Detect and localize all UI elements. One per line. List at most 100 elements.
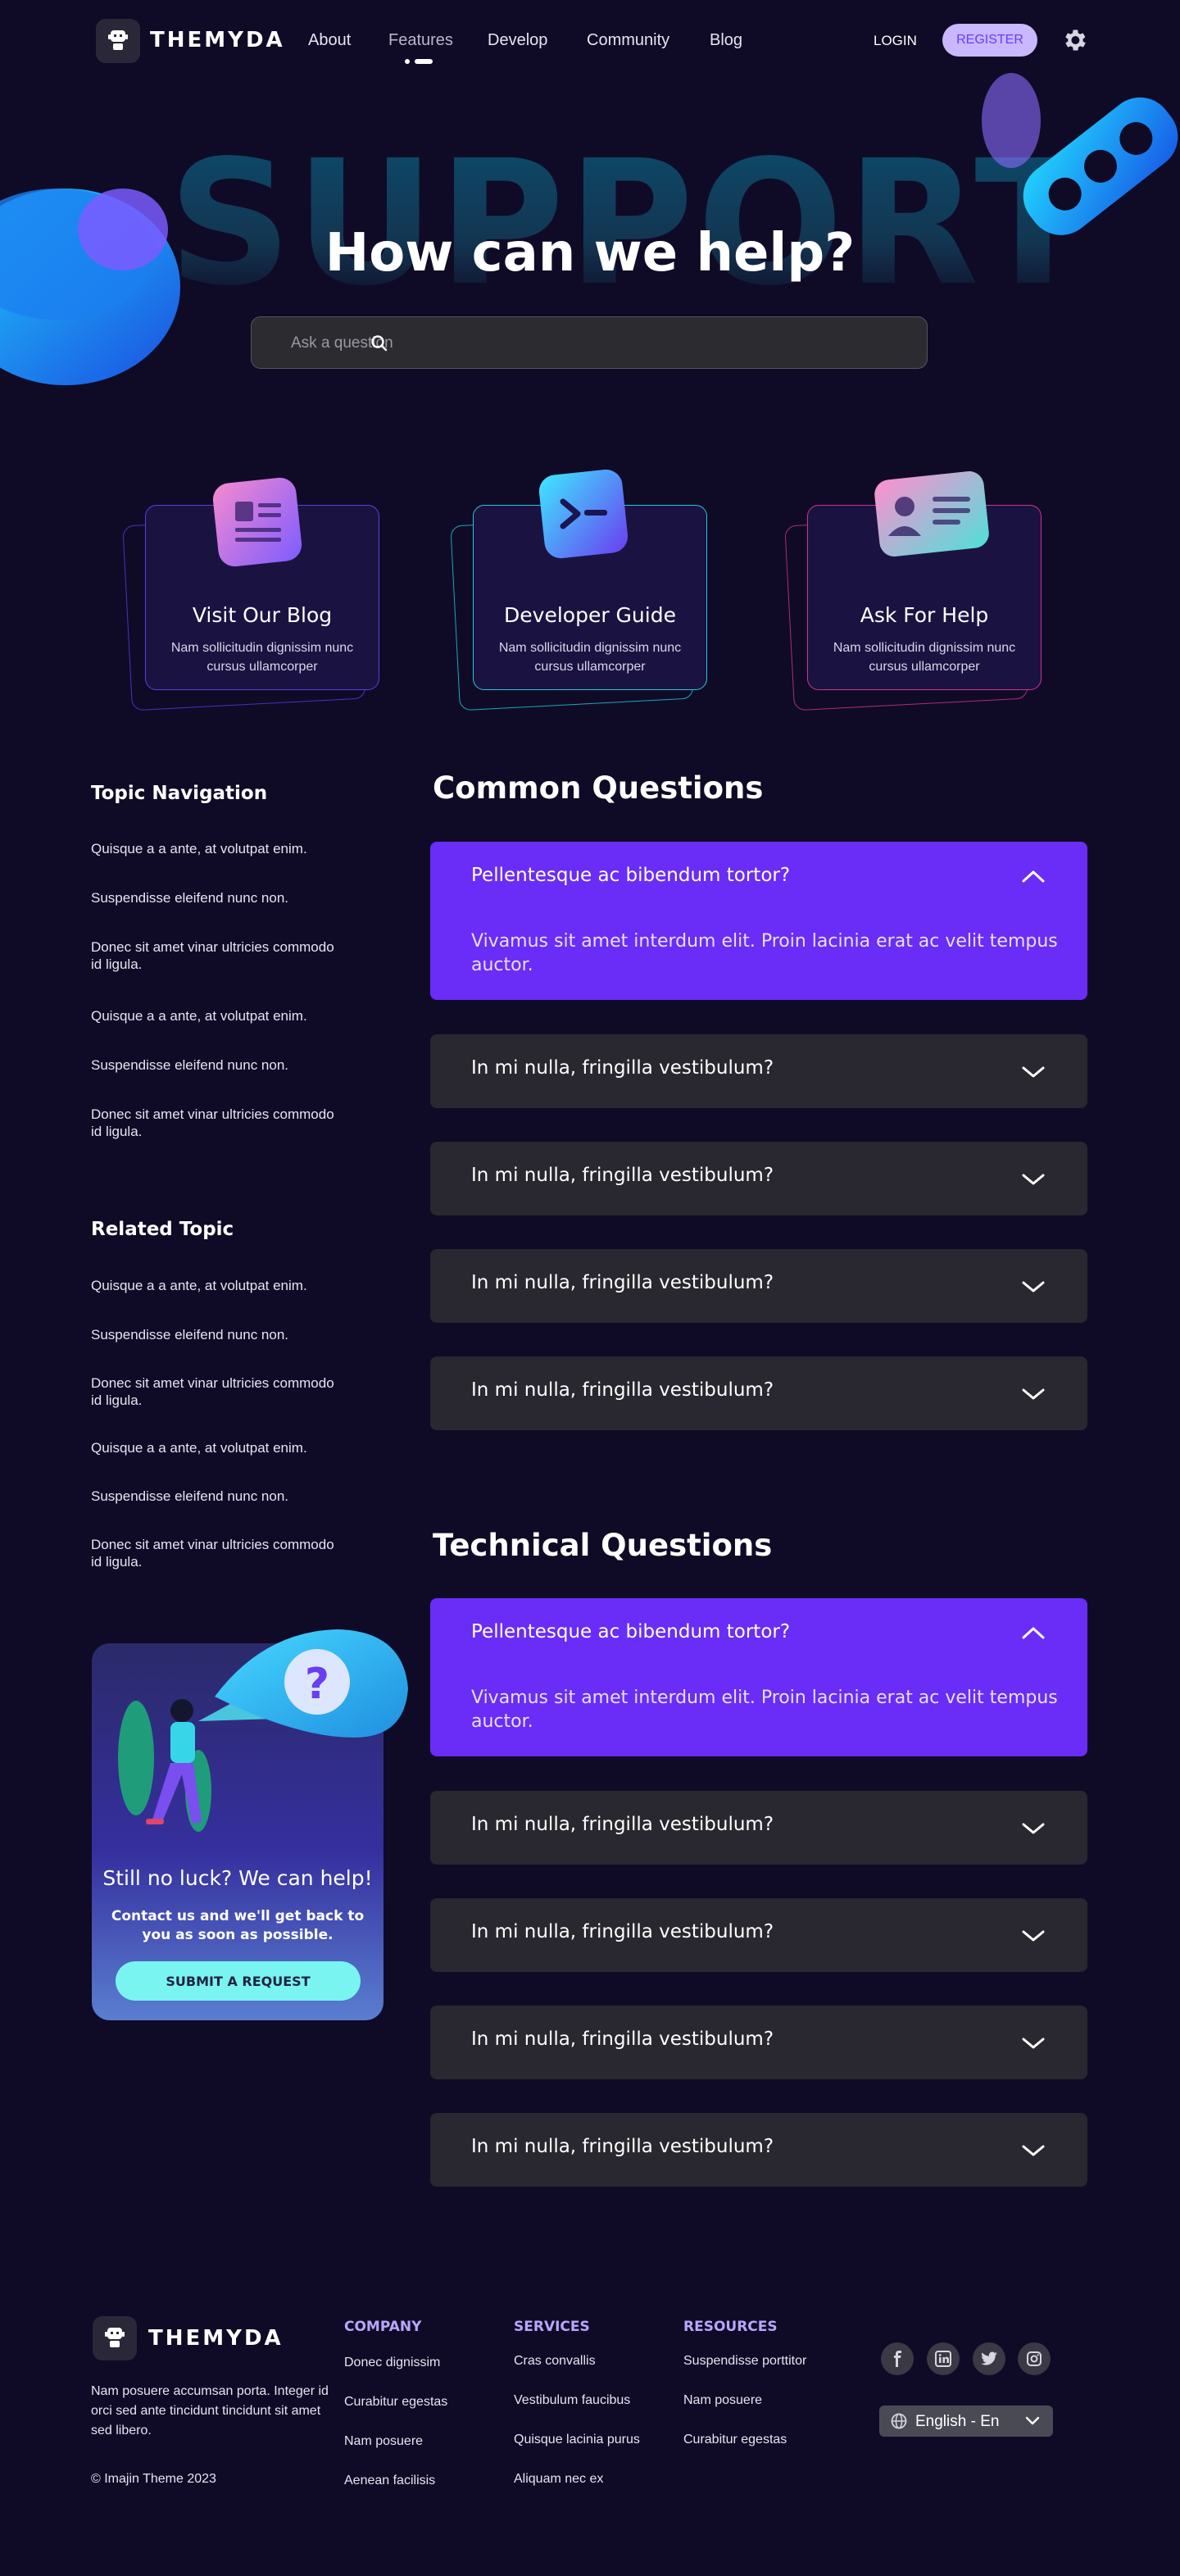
faq-item[interactable]: In mi nulla, fringilla vestibulum? xyxy=(430,1142,1087,1215)
card-title: Developer Guide xyxy=(504,603,676,627)
footer-link[interactable]: Curabitur egestas xyxy=(683,2433,787,2447)
card-description: Nam sollicitudin dignissim nunc cursus u… xyxy=(170,641,354,674)
footer-brand-name[interactable]: THEMYDA xyxy=(148,2326,284,2351)
hero-title: How can we help? xyxy=(324,223,856,284)
footer-link[interactable]: Nam posuere xyxy=(344,2434,423,2449)
card-description: Nam sollicitudin dignissim nunc cursus u… xyxy=(833,641,1016,674)
topic-link[interactable]: Quisque a a ante, at volutpat enim. xyxy=(91,1007,361,1024)
related-link[interactable]: Suspendisse eleifend nunc non. xyxy=(91,1326,361,1343)
linkedin-icon[interactable] xyxy=(927,2342,960,2375)
faq-item-open[interactable]: Pellentesque ac bibendum tortor? Vivamus… xyxy=(430,842,1087,1000)
chevron-down-icon[interactable] xyxy=(1020,1279,1046,1295)
footer-link[interactable]: Suspendisse porttitor xyxy=(683,2354,806,2369)
card-title: Ask For Help xyxy=(860,603,989,627)
topic-link[interactable]: Donec sit amet vinar ultricies commodo i… xyxy=(91,1106,337,1140)
nav-link-blog[interactable]: Blog xyxy=(710,31,742,50)
footer-company-heading: COMPANY xyxy=(344,2319,422,2335)
footer-link[interactable]: Vestibulum faucibus xyxy=(514,2393,630,2408)
topic-link[interactable]: Quisque a a ante, at volutpat enim. xyxy=(91,840,361,857)
faq-answer: Vivamus sit amet interdum elit. Proin la… xyxy=(471,931,1058,975)
instagram-icon[interactable] xyxy=(1018,2342,1051,2375)
question-bubble-icon: ? xyxy=(215,1629,408,1738)
footer-link[interactable]: Curabitur egestas xyxy=(344,2395,447,2410)
active-indicator xyxy=(405,59,438,64)
faq-item[interactable]: In mi nulla, fringilla vestibulum? xyxy=(430,2113,1087,2187)
topic-link[interactable]: Suspendisse eleifend nunc non. xyxy=(91,1056,361,1074)
id-card-icon xyxy=(874,471,989,557)
search-box[interactable] xyxy=(251,316,928,369)
faq-item-open[interactable]: Pellentesque ac bibendum tortor? Vivamus… xyxy=(430,1598,1087,1756)
globe-icon xyxy=(891,2413,907,2429)
register-button[interactable]: REGISTER xyxy=(942,24,1037,57)
chevron-down-icon[interactable] xyxy=(1020,1064,1046,1080)
related-link[interactable]: Quisque a a ante, at volutpat enim. xyxy=(91,1439,361,1456)
nav-link-about[interactable]: About xyxy=(308,31,351,50)
login-link[interactable]: LOGIN xyxy=(874,33,917,49)
chevron-down-icon[interactable] xyxy=(1020,1386,1046,1402)
faq-question: In mi nulla, fringilla vestibulum? xyxy=(471,1921,774,1942)
faq-answer: Vivamus sit amet interdum elit. Proin la… xyxy=(471,1688,1058,1732)
search-input[interactable] xyxy=(291,332,783,355)
related-link[interactable]: Donec sit amet vinar ultricies commodo i… xyxy=(91,1536,337,1570)
footer-resources-heading: RESOURCES xyxy=(683,2319,778,2335)
facebook-icon[interactable] xyxy=(881,2342,914,2375)
faq-question: In mi nulla, fringilla vestibulum? xyxy=(471,1272,774,1293)
submit-request-button[interactable]: SUBMIT A REQUEST xyxy=(116,1961,361,2001)
language-select[interactable]: English - En xyxy=(879,2406,1053,2437)
topic-link[interactable]: Suspendisse eleifend nunc non. xyxy=(91,889,361,906)
topic-link[interactable]: Donec sit amet vinar ultricies commodo i… xyxy=(91,938,337,973)
robot-logo-icon xyxy=(108,30,128,50)
footer-link[interactable]: Nam posuere xyxy=(683,2393,762,2408)
chevron-down-icon[interactable] xyxy=(1020,1820,1046,1837)
chevron-up-icon[interactable] xyxy=(1020,868,1046,884)
footer-link[interactable]: Aliquam nec ex xyxy=(514,2472,603,2487)
brand-logo[interactable] xyxy=(96,19,140,63)
common-questions-heading: Common Questions xyxy=(433,770,764,806)
faq-item[interactable]: In mi nulla, fringilla vestibulum? xyxy=(430,1898,1087,1972)
nav-link-community[interactable]: Community xyxy=(587,31,669,50)
faq-question: In mi nulla, fringilla vestibulum? xyxy=(471,1057,774,1079)
faq-question: Pellentesque ac bibendum tortor? xyxy=(471,1621,791,1642)
faq-item[interactable]: In mi nulla, fringilla vestibulum? xyxy=(430,1791,1087,1865)
svg-text:?: ? xyxy=(305,1660,329,1709)
chevron-up-icon[interactable] xyxy=(1020,1624,1046,1641)
footer-link[interactable]: Cras convallis xyxy=(514,2354,596,2369)
faq-question: Pellentesque ac bibendum tortor? xyxy=(471,865,791,886)
footer-services-heading: SERVICES xyxy=(514,2319,590,2335)
search-icon[interactable] xyxy=(370,334,389,353)
blog-icon xyxy=(212,477,302,567)
faq-item[interactable]: In mi nulla, fringilla vestibulum? xyxy=(430,1249,1087,1323)
promo-title: Still no luck? We can help! xyxy=(102,1866,373,1890)
related-link[interactable]: Donec sit amet vinar ultricies commodo i… xyxy=(91,1374,337,1409)
chevron-down-icon[interactable] xyxy=(1020,1928,1046,1944)
nav-link-develop[interactable]: Develop xyxy=(488,31,547,50)
footer-link[interactable]: Quisque lacinia purus xyxy=(514,2433,640,2447)
related-link[interactable]: Suspendisse eleifend nunc non. xyxy=(91,1488,361,1505)
chevron-down-icon[interactable] xyxy=(1020,2035,1046,2051)
copyright: © Imajin Theme 2023 xyxy=(91,2472,216,2486)
brand-name[interactable]: THEMYDA xyxy=(150,28,285,52)
topic-navigation-heading: Topic Navigation xyxy=(91,783,268,804)
faq-item[interactable]: In mi nulla, fringilla vestibulum? xyxy=(430,2006,1087,2079)
gear-icon[interactable] xyxy=(1060,26,1088,54)
faq-question: In mi nulla, fringilla vestibulum? xyxy=(471,2136,774,2157)
footer-link[interactable]: Aenean facilisis xyxy=(344,2474,435,2488)
chevron-down-icon[interactable] xyxy=(1020,2142,1046,2159)
related-topic-heading: Related Topic xyxy=(91,1219,234,1240)
promo-text: Contact us and we'll get back to you as … xyxy=(111,1908,365,1943)
faq-question: In mi nulla, fringilla vestibulum? xyxy=(471,1379,774,1401)
card-description: Nam sollicitudin dignissim nunc cursus u… xyxy=(498,641,682,674)
nav-link-features[interactable]: Features xyxy=(388,31,453,50)
chevron-down-icon[interactable] xyxy=(1020,1171,1046,1188)
faq-question: In mi nulla, fringilla vestibulum? xyxy=(471,2029,774,2050)
related-link[interactable]: Quisque a a ante, at volutpat enim. xyxy=(91,1277,361,1294)
footer-link[interactable]: Donec dignissim xyxy=(344,2356,440,2370)
footer-description: Nam posuere accumsan porta. Integer id o… xyxy=(91,2384,329,2437)
technical-questions-heading: Technical Questions xyxy=(433,1528,773,1563)
footer-brand-logo[interactable] xyxy=(93,2316,137,2360)
faq-item[interactable]: In mi nulla, fringilla vestibulum? xyxy=(430,1356,1087,1430)
language-label: English - En xyxy=(915,2413,1000,2430)
terminal-icon xyxy=(538,469,629,559)
faq-item[interactable]: In mi nulla, fringilla vestibulum? xyxy=(430,1034,1087,1108)
twitter-icon[interactable] xyxy=(973,2342,1005,2375)
